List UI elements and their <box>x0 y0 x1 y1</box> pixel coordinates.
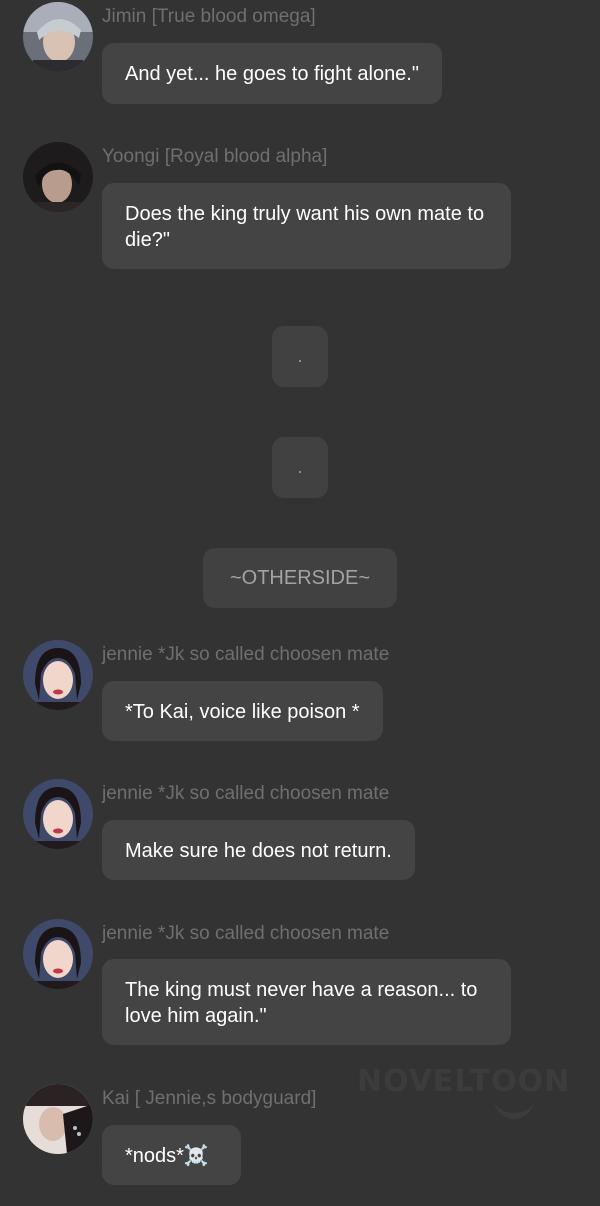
separator-bubble[interactable]: . <box>272 437 328 498</box>
separator-bubble[interactable]: . <box>272 326 328 387</box>
separator-text: . <box>297 457 303 477</box>
message-bubble[interactable]: *To Kai, voice like poison * <box>102 681 383 741</box>
message-text: Does the king truly want his own mate to… <box>125 203 485 251</box>
jennie-avatar[interactable] <box>23 779 93 849</box>
message-text: And yet... he goes to fight alone." <box>125 63 419 85</box>
message-text: Make sure he does not return. <box>125 840 392 862</box>
sender-name: jennie *Jk so called choosen mate <box>102 644 390 665</box>
sender-name: Yoongi [Royal blood alpha] <box>102 146 328 167</box>
jennie-avatar[interactable] <box>23 919 93 989</box>
jimin-avatar[interactable] <box>23 2 93 72</box>
sender-name: Jimin [True blood omega] <box>102 6 316 27</box>
noveltoon-watermark: NOVELTOON <box>357 1064 571 1099</box>
message-text: *To Kai, voice like poison * <box>125 701 360 723</box>
message-bubble[interactable]: *nods*☠️ <box>102 1125 241 1185</box>
message-bubble[interactable]: Make sure he does not return. <box>102 820 415 880</box>
message-bubble[interactable]: Does the king truly want his own mate to… <box>102 183 511 269</box>
scene-divider-text: ~OTHERSIDE~ <box>229 567 371 589</box>
message-bubble[interactable]: And yet... he goes to fight alone." <box>102 43 442 104</box>
watermark-smile-icon <box>494 1095 534 1119</box>
message-text: *nods*☠️ <box>125 1145 209 1167</box>
scene-divider-bubble[interactable]: ~OTHERSIDE~ <box>203 548 397 608</box>
sender-name: jennie *Jk so called choosen mate <box>102 923 390 944</box>
sender-name: jennie *Jk so called choosen mate <box>102 783 390 804</box>
message-bubble[interactable]: The king must never have a reason... to … <box>102 959 511 1045</box>
jennie-avatar[interactable] <box>23 640 93 710</box>
message-text: The king must never have a reason... to … <box>125 979 478 1027</box>
yoongi-avatar[interactable] <box>23 142 93 212</box>
separator-text: . <box>297 346 303 366</box>
kai-avatar[interactable] <box>23 1084 93 1154</box>
sender-name: Kai [ Jennie,s bodyguard] <box>102 1088 317 1109</box>
